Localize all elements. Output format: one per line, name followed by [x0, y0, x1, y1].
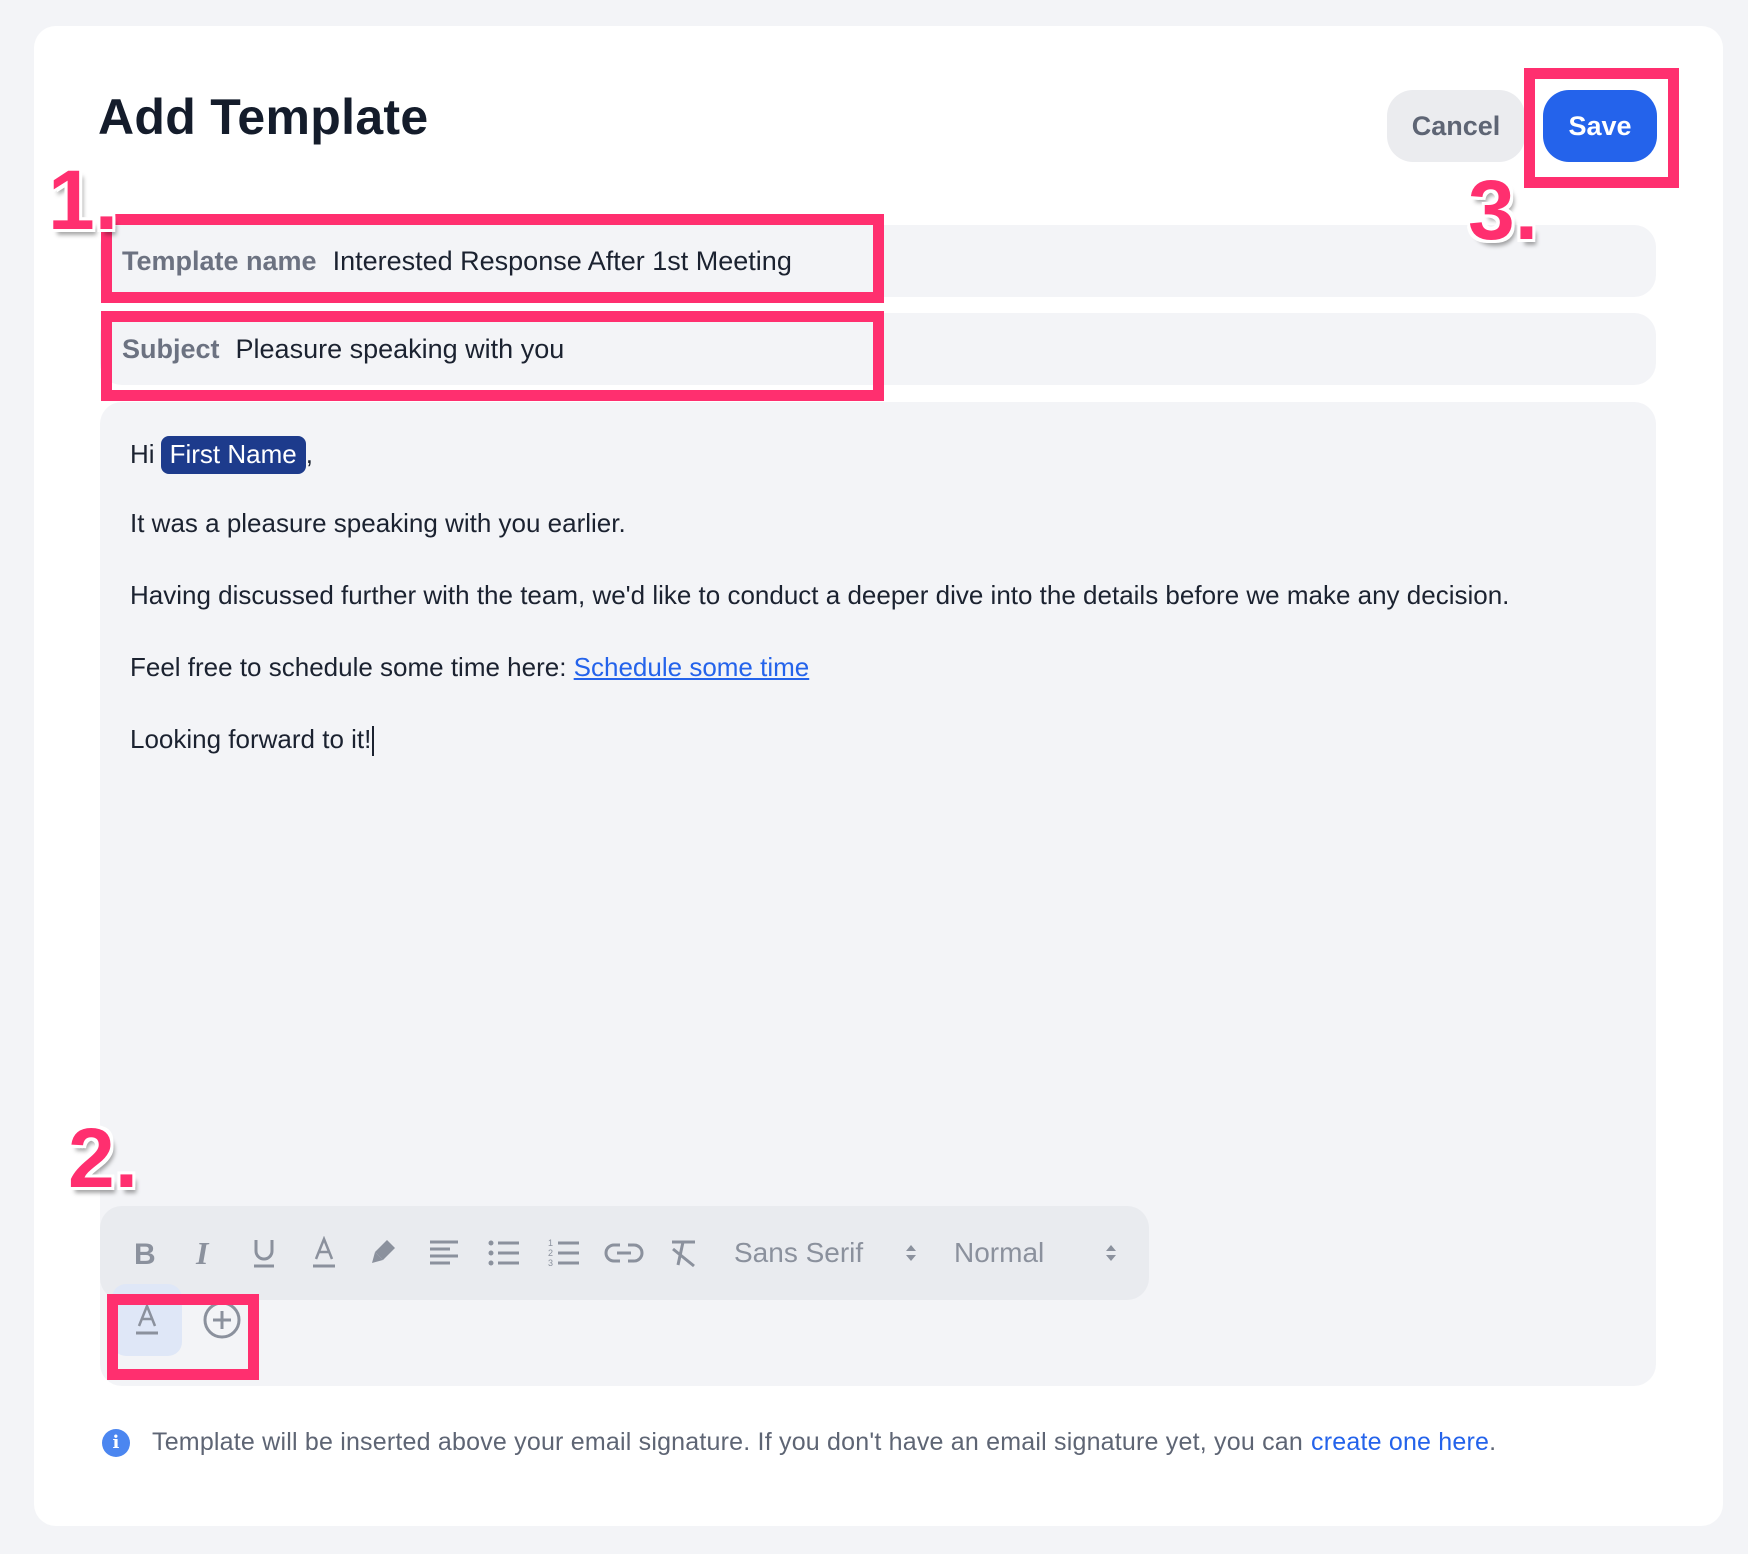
step-2-highlight	[107, 1294, 259, 1380]
body-line-3: Feel free to schedule some time here: Sc…	[130, 652, 809, 683]
email-body-editor[interactable]: Hi First Name, It was a pleasure speaking…	[100, 402, 1656, 1386]
font-size-select[interactable]: Normal	[954, 1232, 1124, 1274]
highlight-icon[interactable]	[364, 1232, 404, 1274]
step-1-highlight-subject	[101, 311, 884, 401]
bold-icon[interactable]: B	[124, 1232, 164, 1274]
body-line-2: Having discussed further with the team, …	[130, 580, 1510, 610]
italic-icon[interactable]: I	[184, 1232, 224, 1274]
info-icon: i	[102, 1428, 130, 1457]
signature-info-note: i Template will be inserted above your e…	[102, 1428, 1496, 1457]
step-1-label: 1.	[48, 153, 119, 247]
underline-icon[interactable]	[244, 1232, 284, 1274]
info-suffix: .	[1489, 1428, 1497, 1456]
font-family-select[interactable]: Sans Serif	[734, 1232, 924, 1274]
step-3-highlight	[1524, 68, 1679, 188]
info-text: Template will be inserted above your ema…	[152, 1428, 1304, 1456]
schedule-link[interactable]: Schedule some time	[574, 652, 810, 682]
clear-format-icon[interactable]	[664, 1232, 704, 1274]
step-2-label: 2.	[68, 1111, 139, 1205]
font-size-value: Normal	[954, 1237, 1045, 1268]
select-arrows-icon	[1106, 1245, 1116, 1261]
cancel-button[interactable]: Cancel	[1387, 90, 1525, 162]
svg-text:2: 2	[548, 1248, 553, 1258]
greeting-line: Hi First Name,	[130, 436, 313, 474]
text-color-icon[interactable]	[304, 1232, 344, 1274]
align-icon[interactable]	[424, 1232, 464, 1274]
link-icon[interactable]	[604, 1232, 644, 1274]
svg-text:3: 3	[548, 1258, 553, 1268]
numbered-list-icon[interactable]: 123	[544, 1232, 584, 1274]
body-line-4: Looking forward to it!	[130, 724, 375, 757]
greeting-prefix: Hi	[130, 439, 155, 469]
select-arrows-icon	[906, 1245, 916, 1261]
bullet-list-icon[interactable]	[484, 1232, 524, 1274]
step-3-label: 3.	[1468, 163, 1539, 257]
svg-text:1: 1	[548, 1238, 553, 1248]
formatting-toolbar: B I 123 Sans Serif Normal	[100, 1206, 1149, 1300]
closing-text: Looking forward to it!	[130, 724, 372, 754]
svg-text:I: I	[195, 1237, 210, 1269]
greeting-suffix: ,	[305, 439, 313, 469]
step-1-highlight-name	[101, 214, 884, 303]
schedule-prefix: Feel free to schedule some time here:	[130, 652, 574, 682]
font-family-value: Sans Serif	[734, 1237, 864, 1268]
svg-text:B: B	[134, 1238, 156, 1269]
body-line-1: It was a pleasure speaking with you earl…	[130, 508, 626, 538]
text-cursor	[372, 726, 375, 757]
first-name-placeholder-chip[interactable]: First Name	[160, 436, 306, 474]
create-signature-link[interactable]: create one here	[1311, 1428, 1489, 1457]
page-title: Add Template	[98, 89, 429, 145]
